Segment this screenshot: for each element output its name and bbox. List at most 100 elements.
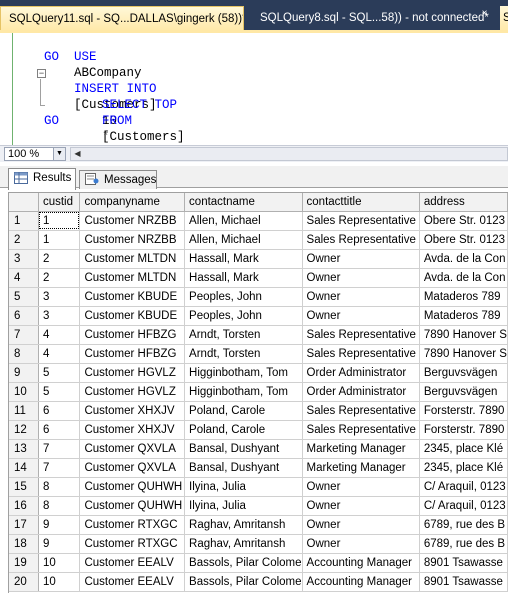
- row-number[interactable]: 5: [9, 287, 39, 307]
- cell-contacttitle[interactable]: Sales Representative: [302, 344, 420, 364]
- row-number[interactable]: 18: [9, 534, 39, 554]
- cell-companyname[interactable]: Customer QUHWH: [79, 496, 186, 516]
- cell-address[interactable]: Mataderos 789: [419, 306, 508, 326]
- row-number[interactable]: 16: [9, 496, 39, 516]
- cell-address[interactable]: 2345, place Klé: [419, 458, 508, 478]
- cell-contacttitle[interactable]: Owner: [302, 496, 420, 516]
- table-row[interactable]: 19 10 Customer EEALV Bassols, Pilar Colome A…: [9, 553, 508, 573]
- cell-contactname[interactable]: Allen, Michael: [184, 230, 303, 250]
- cell-contacttitle[interactable]: Marketing Manager: [302, 439, 420, 459]
- row-number[interactable]: 6: [9, 306, 39, 326]
- cell-contacttitle[interactable]: Owner: [302, 249, 420, 269]
- cell-address[interactable]: 6789, rue des B: [419, 515, 508, 535]
- row-number[interactable]: 15: [9, 477, 39, 497]
- table-row[interactable]: 12 6 Customer XHXJV Poland, Carole Sales Rep…: [9, 420, 508, 440]
- cell-address[interactable]: Forsterstr. 7890: [419, 401, 508, 421]
- cell-address[interactable]: 8901 Tsawasse: [419, 572, 508, 592]
- cell-custid[interactable]: 1: [38, 211, 81, 231]
- column-header-custid[interactable]: custid: [38, 193, 81, 212]
- cell-contacttitle[interactable]: Owner: [302, 534, 420, 554]
- column-header-contactname[interactable]: contactname: [184, 193, 303, 212]
- cell-companyname[interactable]: Customer RTXGC: [79, 534, 186, 554]
- cell-companyname[interactable]: Customer NRZBB: [79, 230, 186, 250]
- cell-contactname[interactable]: Ilyina, Julia: [184, 496, 303, 516]
- cell-companyname[interactable]: Customer XHXJV: [79, 401, 186, 421]
- cell-contacttitle[interactable]: Order Administrator: [302, 363, 420, 383]
- cell-contactname[interactable]: Raghav, Amritansh: [184, 534, 303, 554]
- row-number[interactable]: 20: [9, 572, 39, 592]
- chevron-down-icon[interactable]: ▼: [53, 148, 65, 160]
- cell-companyname[interactable]: Customer KBUDE: [79, 287, 186, 307]
- row-number[interactable]: 9: [9, 363, 39, 383]
- cell-custid[interactable]: 9: [38, 534, 81, 554]
- cell-companyname[interactable]: Customer QUHWH: [79, 477, 186, 497]
- cell-contacttitle[interactable]: Sales Representative: [302, 211, 420, 231]
- cell-custid[interactable]: 3: [38, 287, 81, 307]
- row-number[interactable]: 13: [9, 439, 39, 459]
- cell-companyname[interactable]: Customer XHXJV: [79, 420, 186, 440]
- cell-custid[interactable]: 5: [38, 363, 81, 383]
- cell-companyname[interactable]: Customer EEALV: [79, 572, 186, 592]
- cell-custid[interactable]: 2: [38, 268, 81, 288]
- table-row[interactable]: 8 4 Customer HFBZG Arndt, Torsten Sales Repr…: [9, 344, 508, 364]
- cell-address[interactable]: Avda. de la Con: [419, 268, 508, 288]
- cell-contacttitle[interactable]: Marketing Manager: [302, 458, 420, 478]
- table-row[interactable]: 2 1 Customer NRZBB Allen, Michael Sales Repr…: [9, 230, 508, 250]
- cell-contactname[interactable]: Hassall, Mark: [184, 268, 303, 288]
- code-line-2[interactable]: GO: [44, 49, 59, 65]
- query-editor[interactable]: USE ABCompany GO INSERT INTO [Customers]…: [0, 33, 508, 145]
- row-number[interactable]: 17: [9, 515, 39, 535]
- close-tab-icon[interactable]: ×: [478, 8, 491, 21]
- cell-companyname[interactable]: Customer EEALV: [79, 553, 186, 573]
- table-row[interactable]: 9 5 Customer HGVLZ Higginbotham, Tom Order A…: [9, 363, 508, 383]
- cell-custid[interactable]: 5: [38, 382, 81, 402]
- tab-results[interactable]: Results: [8, 168, 76, 190]
- table-row[interactable]: 13 7 Customer QXVLA Bansal, Dushyant Marketi…: [9, 439, 508, 459]
- cell-contacttitle[interactable]: Order Administrator: [302, 382, 420, 402]
- cell-companyname[interactable]: Customer HFBZG: [79, 344, 186, 364]
- cell-address[interactable]: Avda. de la Con: [419, 249, 508, 269]
- cell-contactname[interactable]: Peoples, John: [184, 306, 303, 326]
- row-number[interactable]: 10: [9, 382, 39, 402]
- cell-custid[interactable]: 6: [38, 401, 81, 421]
- cell-contactname[interactable]: Poland, Carole: [184, 420, 303, 440]
- cell-contactname[interactable]: Poland, Carole: [184, 401, 303, 421]
- tab-messages[interactable]: Messages: [79, 170, 157, 189]
- table-row[interactable]: 1 1 Customer NRZBB Allen, Michael Sales Repr…: [9, 211, 508, 231]
- cell-contactname[interactable]: Arndt, Torsten: [184, 325, 303, 345]
- cell-custid[interactable]: 9: [38, 515, 81, 535]
- cell-contactname[interactable]: Hassall, Mark: [184, 249, 303, 269]
- column-header-address[interactable]: address: [419, 193, 508, 212]
- cell-contacttitle[interactable]: Accounting Manager: [302, 553, 420, 573]
- cell-custid[interactable]: 7: [38, 439, 81, 459]
- cell-contacttitle[interactable]: Owner: [302, 477, 420, 497]
- row-number[interactable]: 1: [9, 211, 39, 231]
- table-row[interactable]: 20 10 Customer EEALV Bassols, Pilar Colome A…: [9, 572, 508, 592]
- table-row[interactable]: 11 6 Customer XHXJV Poland, Carole Sales Rep…: [9, 401, 508, 421]
- cell-address[interactable]: Berguvsvägen: [419, 363, 508, 383]
- row-number[interactable]: 19: [9, 553, 39, 573]
- cell-contacttitle[interactable]: Accounting Manager: [302, 572, 420, 592]
- cell-address[interactable]: C/ Araquil, 0123: [419, 496, 508, 516]
- tab-overflow[interactable]: S: [500, 6, 508, 32]
- cell-contacttitle[interactable]: Owner: [302, 268, 420, 288]
- cell-companyname[interactable]: Customer HGVLZ: [79, 363, 186, 383]
- cell-contactname[interactable]: Higginbotham, Tom: [184, 382, 303, 402]
- table-row[interactable]: 15 8 Customer QUHWH Ilyina, Julia Owner C/ Ar…: [9, 477, 508, 497]
- results-grid[interactable]: custid companyname contactname contacttitle…: [8, 192, 508, 593]
- cell-contactname[interactable]: Allen, Michael: [184, 211, 303, 231]
- cell-custid[interactable]: 10: [38, 553, 81, 573]
- cell-address[interactable]: 7890 Hanover S: [419, 344, 508, 364]
- cell-contacttitle[interactable]: Owner: [302, 306, 420, 326]
- horizontal-scrollbar[interactable]: ◀: [70, 147, 508, 161]
- cell-companyname[interactable]: Customer MLTDN: [79, 249, 186, 269]
- row-number[interactable]: 4: [9, 268, 39, 288]
- table-row[interactable]: 17 9 Customer RTXGC Raghav, Amritansh Owner 6…: [9, 515, 508, 535]
- table-row[interactable]: 5 3 Customer KBUDE Peoples, John Owner Matade…: [9, 287, 508, 307]
- cell-address[interactable]: Obere Str. 0123: [419, 230, 508, 250]
- cell-custid[interactable]: 3: [38, 306, 81, 326]
- table-row[interactable]: 10 5 Customer HGVLZ Higginbotham, Tom Order …: [9, 382, 508, 402]
- cell-contacttitle[interactable]: Sales Representative: [302, 401, 420, 421]
- scroll-left-icon[interactable]: ◀: [71, 148, 84, 160]
- cell-custid[interactable]: 8: [38, 496, 81, 516]
